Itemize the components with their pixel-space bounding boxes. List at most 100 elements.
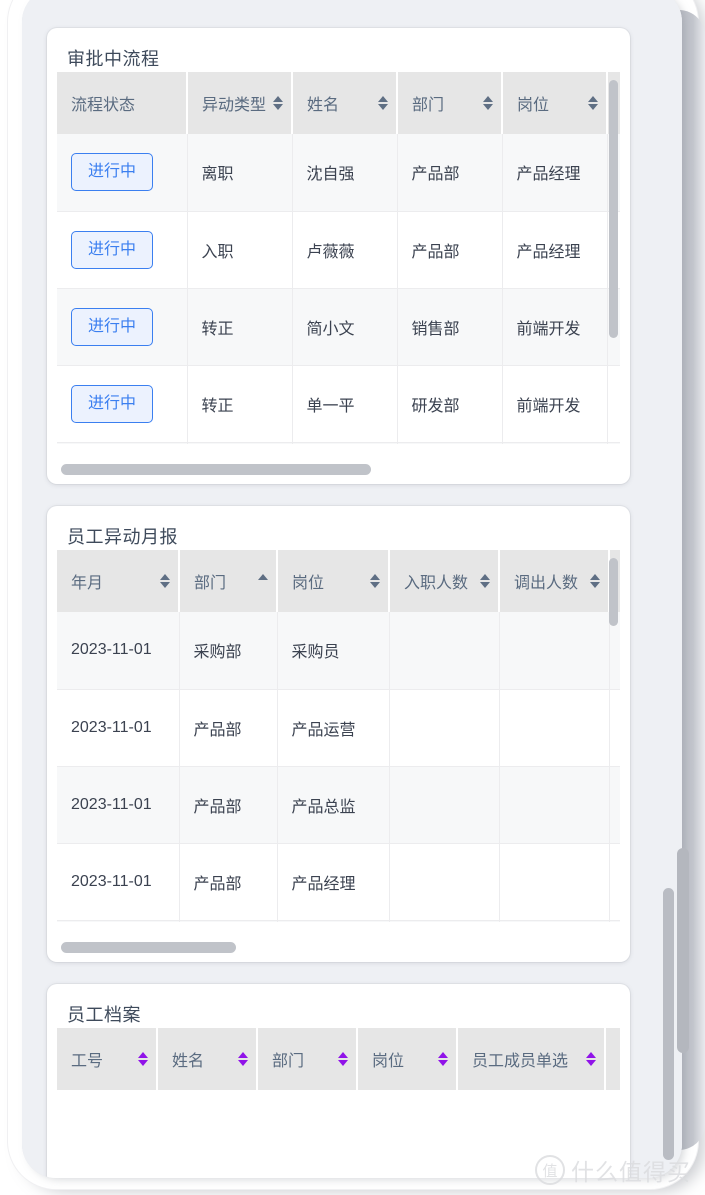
table-row[interactable]: 2023-11-01 产品部 产品总监 [57,766,620,844]
page-vertical-scrollbar-outer[interactable] [677,848,689,1053]
sort-toggle-icon[interactable] [480,574,490,588]
column-header-position[interactable]: 岗位 [357,1028,458,1090]
table-approval-flows: 流程状态 异动类型 姓名 部门 岗位 进行中 离职 沈自强 产品部 产品经理 进… [57,72,620,444]
sort-toggle-icon[interactable] [590,574,600,588]
sort-toggle-icon[interactable] [238,1052,248,1066]
column-label: 异动类型 [202,97,267,114]
column-header-department[interactable]: 部门 [397,72,503,134]
cell-overflow [609,766,620,844]
column-header-flow-status[interactable]: 流程状态 [57,72,188,134]
cell-transferred-out-count [499,766,610,844]
column-header-name[interactable]: 姓名 [157,1028,258,1090]
status-badge-in-progress[interactable]: 进行中 [71,230,154,269]
cell-department [179,920,278,922]
cell-year-month: 2023-11-01 [57,766,180,844]
sort-ascending-icon[interactable] [258,574,268,588]
screen: 审批中流程 流程状态 异动类型 姓名 部门 岗位 进行中 离职 沈自强 产品部 … [22,0,682,1178]
cell-year-month [57,920,180,922]
table-row[interactable]: 2023-11-01 产品部 产品运营 [57,689,620,767]
table-header-row: 年月 部门 岗位 入职人数 调出人数 [57,550,620,612]
cell-position: 产品总监 [277,766,390,844]
status-badge-in-progress[interactable]: 进行中 [71,307,154,346]
cell-hired-count [389,612,500,690]
table-row[interactable]: 进行中 入职 卢薇薇 产品部 产品经理 [57,211,620,289]
column-label: 部门 [194,575,227,592]
cell-hired-count [389,766,500,844]
cell-department: 销售部 [397,288,503,366]
cell-year-month: 2023-11-01 [57,689,180,767]
column-header-department[interactable]: 部门 [257,1028,358,1090]
watermark: 值 什么值得买 [535,1153,691,1187]
cell-department: 产品部 [179,766,278,844]
column-header-position[interactable]: 岗位 [277,550,390,612]
column-label: 部门 [412,97,445,114]
sort-toggle-icon[interactable] [438,1052,448,1066]
column-header-department[interactable]: 部门 [179,550,278,612]
column-header-position[interactable]: 岗位 [502,72,608,134]
table-row[interactable]: 进行中 离职 沈自强 产品部 产品经理 [57,134,620,212]
table-horizontal-scrollbar[interactable] [61,942,236,953]
cell-position: 产品经理 [502,134,608,212]
table-monthly-change-report: 年月 部门 岗位 入职人数 调出人数 2023-11-01 采购部 采购员 20… [57,550,620,922]
cell-flow-status: 进行中 [57,288,188,366]
cell-transferred-out-count [499,920,610,922]
column-header-name[interactable]: 姓名 [292,72,398,134]
table-scroll-region-approval[interactable]: 流程状态 异动类型 姓名 部门 岗位 进行中 离职 沈自强 产品部 产品经理 进… [57,72,620,444]
cell-department: 研发部 [397,365,503,443]
page-root: 审批中流程 流程状态 异动类型 姓名 部门 岗位 进行中 离职 沈自强 产品部 … [0,0,705,1195]
column-header-transferred-out-count[interactable]: 调出人数 [499,550,610,612]
cell-department [397,442,503,444]
device-bezel-inner: 审批中流程 流程状态 异动类型 姓名 部门 岗位 进行中 离职 沈自强 产品部 … [22,0,682,1178]
column-header-year-month[interactable]: 年月 [57,550,180,612]
column-header-change-type[interactable]: 异动类型 [187,72,293,134]
table-row[interactable] [57,920,620,922]
cell-position: 前端开发 [502,365,608,443]
sort-toggle-icon[interactable] [160,574,170,588]
cell-position [502,442,608,444]
cell-position: 产品经理 [277,843,390,921]
cell-position [277,920,390,922]
cell-overflow [609,843,620,921]
table-row[interactable]: 2023-11-01 采购部 采购员 [57,612,620,690]
cell-department: 产品部 [179,689,278,767]
cell-position: 产品经理 [502,211,608,289]
cell-flow-status: 进行中 [57,134,188,212]
table-vertical-scrollbar[interactable] [609,558,618,626]
watermark-badge-icon: 值 [535,1155,565,1185]
cell-hired-count [389,920,500,922]
sort-toggle-icon[interactable] [370,574,380,588]
table-row[interactable]: 进行中 转正 简小文 销售部 前端开发 [57,288,620,366]
card-title-approval-flows: 审批中流程 [67,49,160,69]
column-label: 部门 [272,1053,305,1070]
page-vertical-scrollbar-inner[interactable] [663,888,674,1160]
table-row[interactable] [57,442,620,444]
status-badge-in-progress[interactable]: 进行中 [71,384,154,423]
cell-position: 采购员 [277,612,390,690]
sort-toggle-icon[interactable] [483,96,493,110]
sort-toggle-icon[interactable] [588,96,598,110]
column-header-member-single-select[interactable]: 员工成员单选 [457,1028,606,1090]
column-label: 调出人数 [514,575,579,592]
column-label: 姓名 [307,97,340,114]
cell-change-type: 入职 [187,211,293,289]
sort-toggle-icon[interactable] [138,1052,148,1066]
column-header-employee-id[interactable]: 工号 [57,1028,158,1090]
table-horizontal-scrollbar[interactable] [61,464,371,475]
card-approval-flows: 审批中流程 流程状态 异动类型 姓名 部门 岗位 进行中 离职 沈自强 产品部 … [47,28,630,484]
column-header-hired-count[interactable]: 入职人数 [389,550,500,612]
cell-truncated [607,442,620,444]
table-row[interactable]: 2023-11-01 产品部 产品经理 [57,843,620,921]
cell-flow-status: 进行中 [57,211,188,289]
table-vertical-scrollbar[interactable] [609,80,618,338]
column-label: 姓名 [172,1053,205,1070]
cell-change-type: 转正 [187,365,293,443]
status-badge-in-progress[interactable]: 进行中 [71,153,154,192]
cell-position: 产品运营 [277,689,390,767]
table-scroll-region-monthly[interactable]: 年月 部门 岗位 入职人数 调出人数 2023-11-01 采购部 采购员 20… [57,550,620,922]
sort-toggle-icon[interactable] [338,1052,348,1066]
cell-change-type [187,442,293,444]
sort-toggle-icon[interactable] [586,1052,596,1066]
sort-toggle-icon[interactable] [378,96,388,110]
sort-toggle-icon[interactable] [273,96,283,110]
table-row[interactable]: 进行中 转正 单一平 研发部 前端开发 [57,365,620,443]
